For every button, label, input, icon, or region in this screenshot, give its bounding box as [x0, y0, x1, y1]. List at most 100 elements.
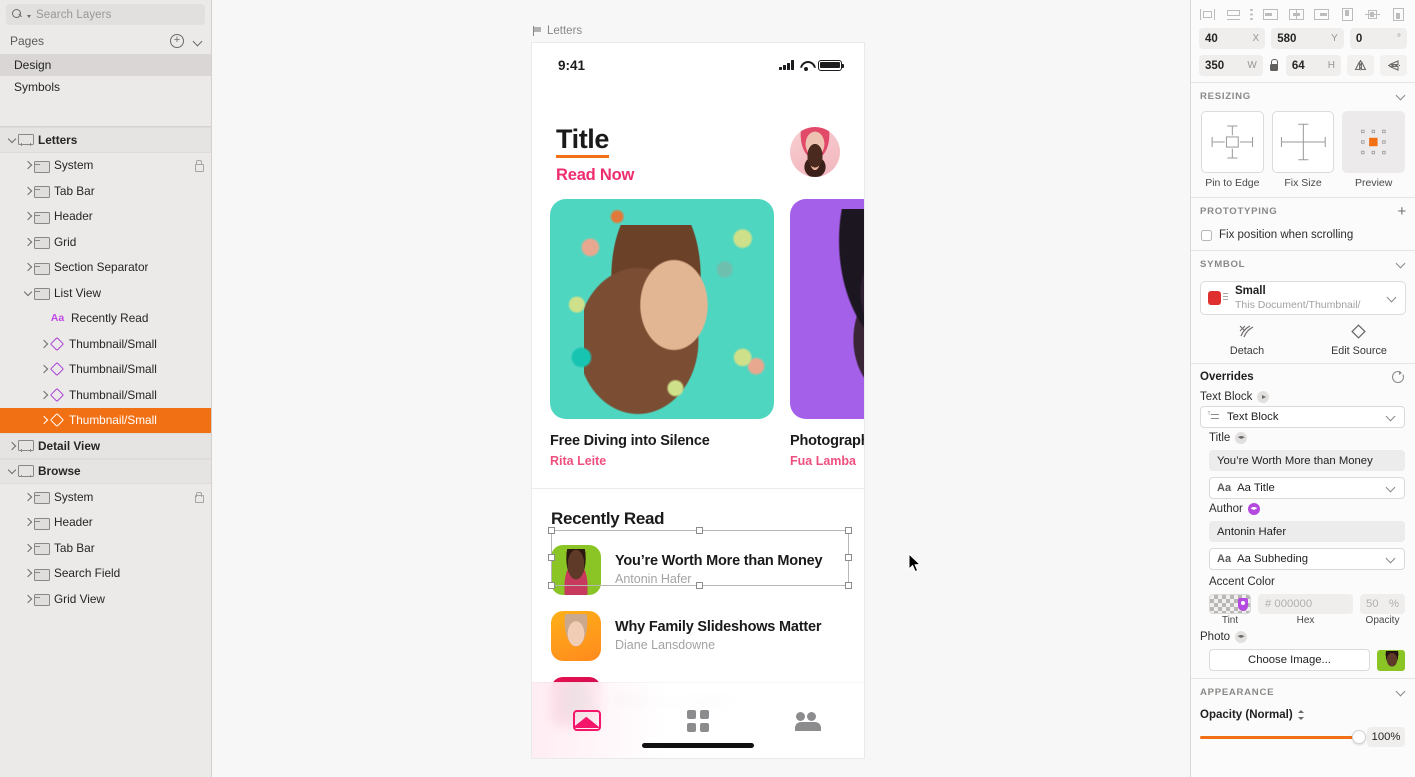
disclosure-triangle-icon[interactable] — [22, 236, 34, 248]
layer-row[interactable]: Thumbnail/Small — [0, 407, 211, 433]
align-vertical-bottom-icon[interactable] — [1390, 7, 1407, 22]
disclosure-triangle-icon[interactable] — [38, 389, 50, 401]
align-left-icon[interactable] — [1199, 7, 1216, 22]
layer-row[interactable]: Thumbnail/Small — [0, 382, 211, 408]
featured-card[interactable]: Photographi Fua Lamba — [790, 198, 864, 468]
lock-proportions-icon[interactable] — [1269, 59, 1280, 72]
symbol-selector[interactable]: Small This Document/Thumbnail/ — [1200, 281, 1406, 315]
canvas[interactable]: Letters 9:41 Title Read Now Free Diving … — [212, 0, 1190, 777]
align-vertical-top-icon[interactable] — [1339, 7, 1356, 22]
disclosure-triangle-icon[interactable] — [22, 210, 34, 222]
hex-input[interactable]: # 000000 — [1258, 594, 1353, 614]
symbol-header[interactable]: SYMBOL — [1191, 251, 1415, 277]
disclosure-triangle-icon[interactable] — [38, 312, 50, 324]
disclosure-triangle-icon[interactable] — [22, 159, 34, 171]
blend-mode-stepper-icon[interactable] — [1297, 709, 1306, 721]
chevron-down-icon[interactable] — [1396, 260, 1407, 268]
disclosure-triangle-icon[interactable] — [22, 185, 34, 197]
x-field[interactable]: 40 X — [1199, 28, 1266, 49]
layer-row[interactable]: System — [0, 153, 211, 179]
rotation-field[interactable]: 0 ° — [1349, 28, 1407, 49]
chevron-down-icon[interactable] — [1386, 413, 1397, 421]
resizing-header[interactable]: RESIZING — [1191, 83, 1415, 109]
height-field[interactable]: 64 H — [1285, 55, 1342, 76]
override-author-input[interactable]: Antonin Hafer — [1209, 521, 1405, 542]
flip-horizontal-button[interactable] — [1347, 55, 1375, 76]
layer-row[interactable]: Letters — [0, 127, 211, 153]
search-scope-caret-icon[interactable] — [27, 14, 31, 18]
appearance-header[interactable]: APPEARANCE — [1191, 679, 1415, 705]
artboard-letters[interactable]: 9:41 Title Read Now Free Diving into Sil… — [532, 43, 864, 758]
chevron-down-icon[interactable] — [1396, 92, 1407, 100]
width-field[interactable]: 350 W — [1199, 55, 1263, 76]
symbol-badge-icon[interactable] — [1247, 503, 1260, 515]
disclosure-triangle-icon[interactable] — [38, 414, 50, 426]
layer-row[interactable]: List View — [0, 280, 211, 306]
layer-row[interactable]: Grid — [0, 229, 211, 255]
reset-icon[interactable] — [1391, 370, 1405, 384]
layer-row[interactable]: Tab Bar — [0, 178, 211, 204]
override-text-block-select[interactable]: Text Block — [1200, 406, 1405, 428]
override-author-style-select[interactable]: Aa Aa Subheding — [1209, 548, 1405, 570]
layer-row[interactable]: Grid View — [0, 586, 211, 612]
layer-row[interactable]: Header — [0, 204, 211, 230]
list-item[interactable]: Why Family Slideshows Matter Diane Lansd… — [551, 608, 864, 664]
resize-option-preview[interactable]: Preview — [1342, 111, 1406, 189]
tab-mail[interactable] — [572, 706, 602, 736]
layer-row[interactable]: Tab Bar — [0, 535, 211, 561]
layer-row[interactable]: Detail View — [0, 433, 211, 459]
detach-button[interactable]: Detach — [1191, 323, 1303, 357]
add-page-button[interactable] — [170, 34, 184, 48]
disclosure-triangle-icon[interactable] — [22, 542, 34, 554]
disclosure-triangle-icon[interactable] — [38, 363, 50, 375]
opacity-value-field[interactable]: 100% — [1367, 727, 1405, 747]
tab-browse[interactable] — [683, 706, 713, 736]
disclosure-triangle-icon[interactable] — [6, 134, 18, 146]
tab-people[interactable] — [794, 706, 824, 736]
align-vertical-middle-icon[interactable] — [1364, 7, 1381, 22]
disclosure-triangle-icon[interactable] — [22, 491, 34, 503]
disclosure-triangle-icon[interactable] — [38, 338, 50, 350]
layer-row[interactable]: Aa Recently Read — [0, 306, 211, 332]
search-input[interactable]: Search Layers — [6, 4, 205, 25]
featured-card[interactable]: Free Diving into Silence Rita Leite — [550, 198, 774, 468]
lock-icon[interactable] — [194, 491, 204, 504]
resize-option-pin-to-edge[interactable]: Pin to Edge — [1201, 111, 1264, 189]
photo-thumbnail[interactable] — [1377, 649, 1405, 671]
disclosure-triangle-icon[interactable] — [6, 465, 18, 477]
artboard-label[interactable]: Letters — [533, 25, 582, 37]
resize-option-fix-size[interactable]: Fix Size — [1271, 111, 1335, 189]
chevron-down-icon[interactable] — [1386, 555, 1397, 563]
align-horizontal-right-icon[interactable] — [1313, 7, 1330, 22]
flip-vertical-button[interactable] — [1380, 55, 1408, 76]
layers-badge-icon[interactable] — [1235, 631, 1248, 643]
layer-row[interactable]: Header — [0, 510, 211, 536]
disclosure-triangle-icon[interactable] — [22, 567, 34, 579]
y-field[interactable]: 580 Y — [1271, 28, 1344, 49]
fix-position-checkbox[interactable] — [1201, 229, 1212, 241]
override-title-style-select[interactable]: Aa Aa Title — [1209, 477, 1405, 499]
disclosure-triangle-icon[interactable] — [22, 593, 34, 605]
opacity-slider[interactable] — [1200, 730, 1366, 744]
override-title-input[interactable]: You’re Worth More than Money — [1209, 450, 1405, 471]
layer-row[interactable]: Thumbnail/Small — [0, 357, 211, 383]
chevron-down-icon[interactable] — [1396, 688, 1407, 696]
page-item-design[interactable]: Design — [0, 54, 211, 76]
layer-row[interactable]: System — [0, 484, 211, 510]
align-horizontal-left-icon[interactable] — [1262, 7, 1279, 22]
disclosure-triangle-icon[interactable] — [22, 261, 34, 273]
choose-image-button[interactable]: Choose Image... — [1209, 649, 1370, 671]
layer-row[interactable]: Search Field — [0, 561, 211, 587]
page-item-symbols[interactable]: Symbols — [0, 76, 211, 98]
disclosure-triangle-icon[interactable] — [22, 287, 34, 299]
edit-source-button[interactable]: Edit Source — [1303, 323, 1415, 357]
disclosure-triangle-icon[interactable] — [6, 440, 18, 452]
list-item[interactable]: You’re Worth More than Money Antonin Haf… — [551, 542, 864, 598]
pages-collapse-icon[interactable] — [194, 37, 203, 46]
align-horizontal-center-icon[interactable] — [1288, 7, 1305, 22]
layer-row[interactable]: Thumbnail/Small — [0, 331, 211, 357]
disclosure-triangle-icon[interactable] — [22, 516, 34, 528]
align-middle-icon[interactable] — [1225, 7, 1242, 22]
layer-row[interactable]: Section Separator — [0, 255, 211, 281]
distribute-icon[interactable] — [1250, 8, 1253, 21]
